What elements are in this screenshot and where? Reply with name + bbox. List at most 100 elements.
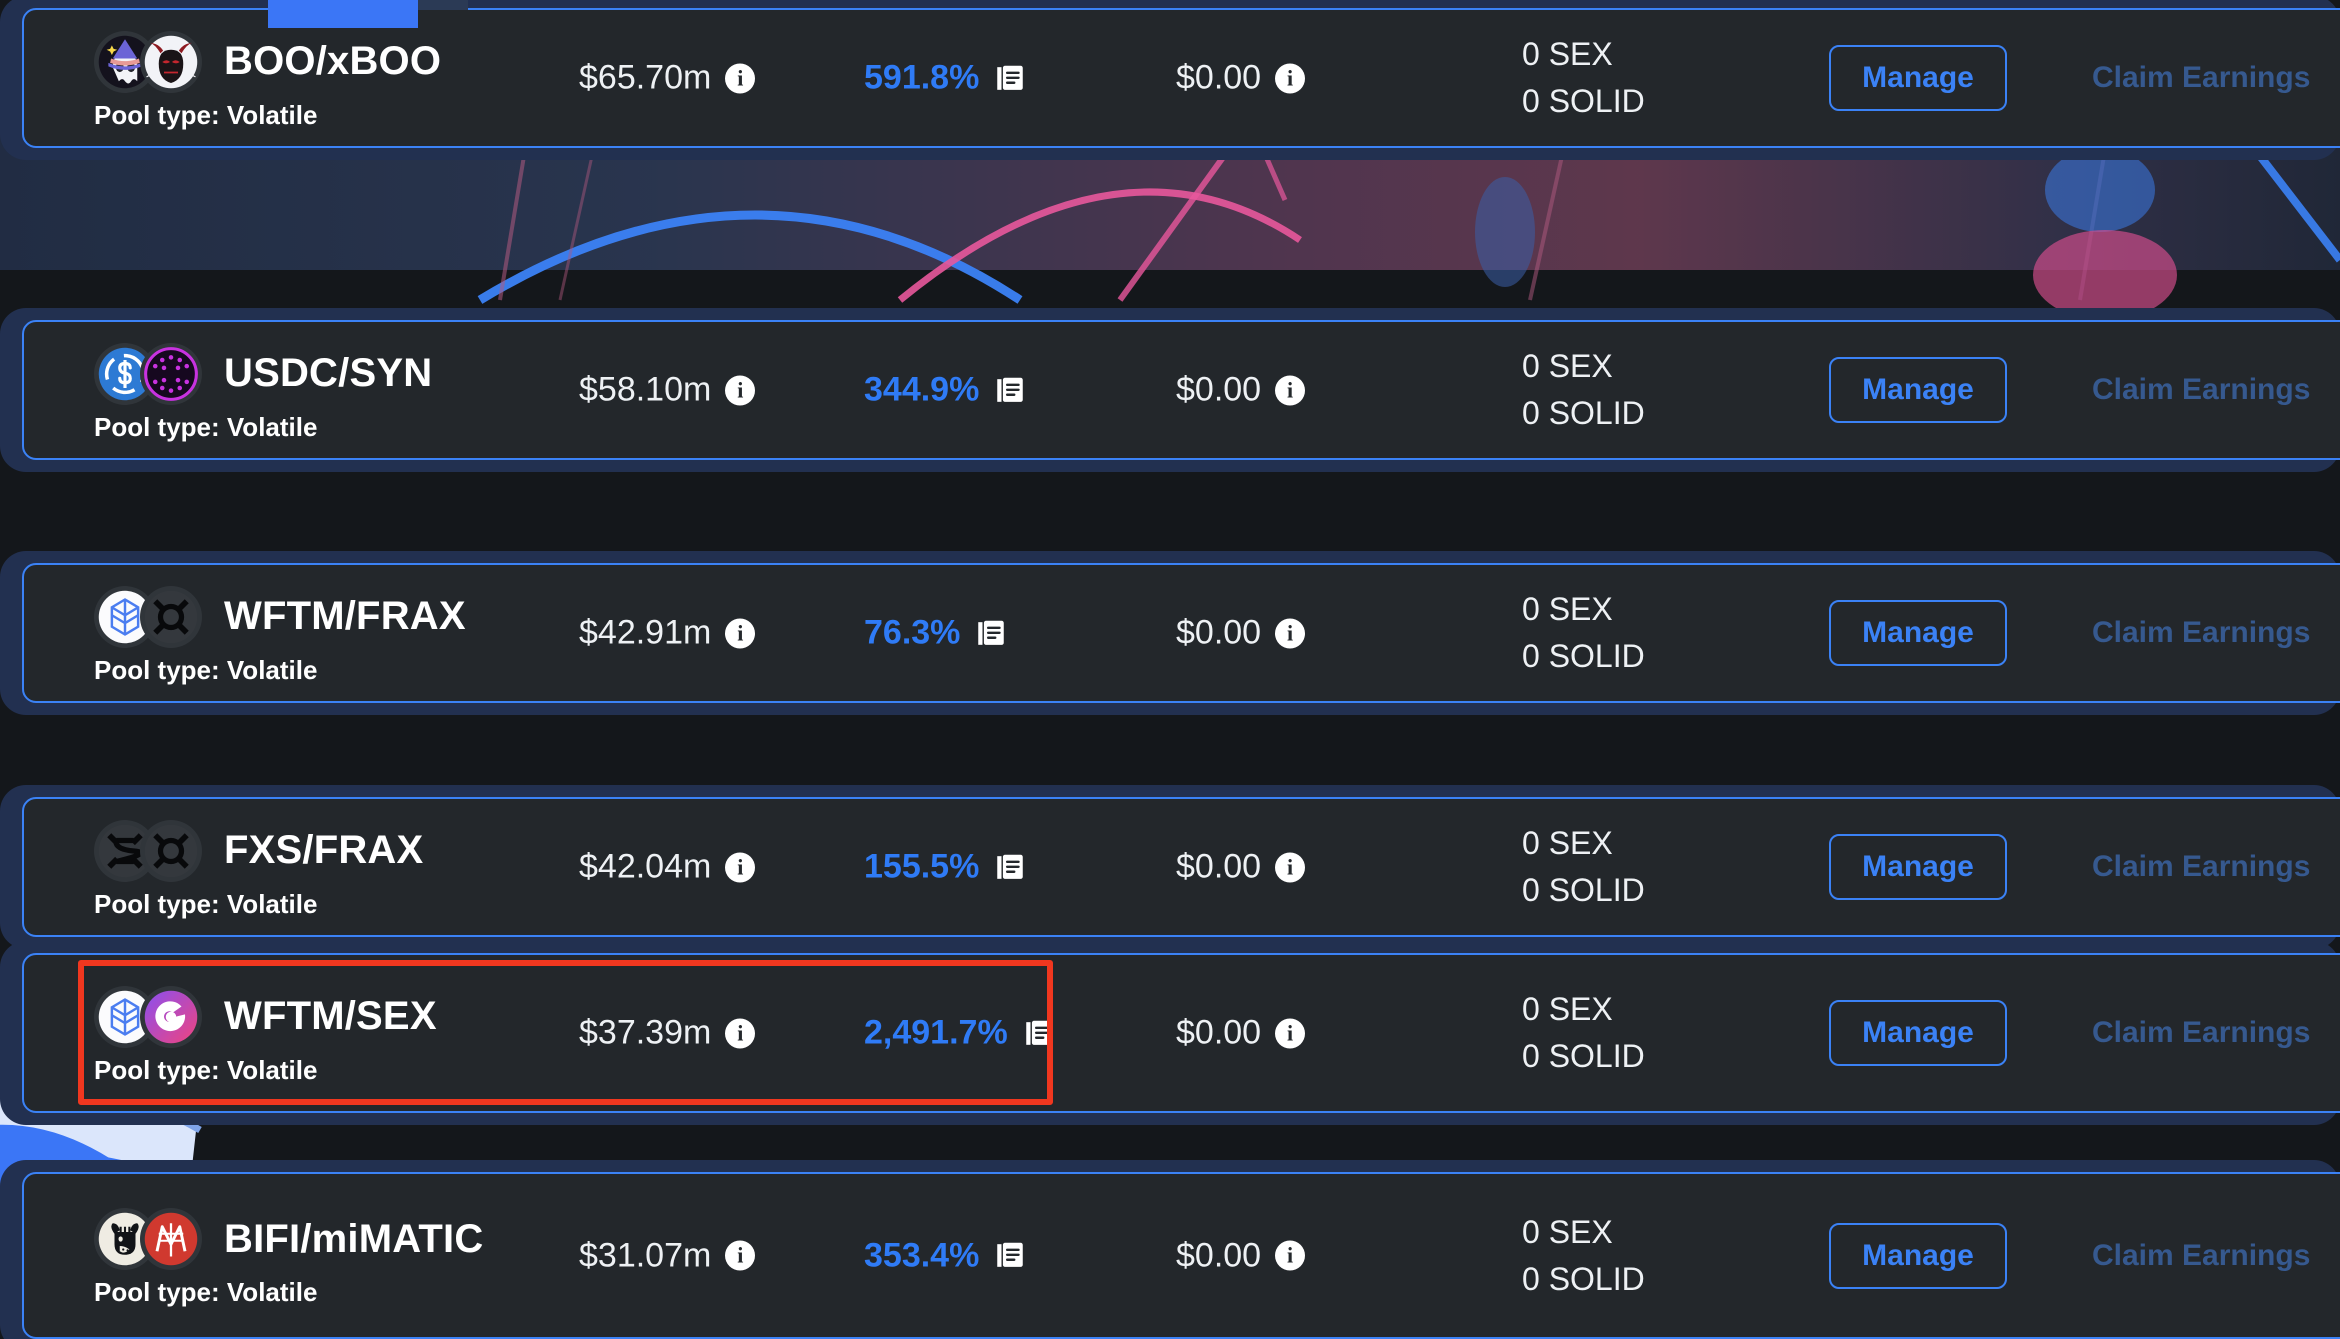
- claim-earnings-link[interactable]: Claim Earnings: [2092, 61, 2310, 95]
- reward-sex-amount: 0 SEX: [1522, 825, 1613, 861]
- reward-solid-amount: 0 SOLID: [1522, 872, 1645, 908]
- balance-info-icon[interactable]: i: [1275, 375, 1306, 405]
- pool-card-body[interactable]: BOO/xBOO Pool type: Volatile $65.70m i 591.8…: [0, 0, 2340, 160]
- pool-card-body[interactable]: FXS/FRAX Pool type: Volatile $42.04m i 155.5…: [0, 785, 2340, 949]
- tvl-info-icon[interactable]: i: [725, 1018, 756, 1048]
- claim-earnings-link[interactable]: Claim Earnings: [2092, 616, 2310, 650]
- pool-apr-value: 344.9%: [864, 370, 980, 409]
- pool-pair-name: BIFI/miMATIC: [224, 1216, 484, 1261]
- mimatic-mai-icon: [140, 1208, 202, 1270]
- pool-tvl-value: $42.91m: [579, 613, 712, 652]
- pool-balance-value: $0.00: [1176, 847, 1262, 886]
- claim-earnings-link[interactable]: Claim Earnings: [2092, 850, 2310, 884]
- pool-tvl-value: $42.04m: [579, 847, 712, 886]
- pool-type-label: Pool type: Volatile: [94, 888, 318, 919]
- frax-circle-x-icon: [140, 819, 202, 882]
- pool-card[interactable]: USDC/SYN Pool type: Volatile $58.10m i 344.9…: [0, 308, 2340, 472]
- pool-card[interactable]: WFTM/FRAX Pool type: Volatile $42.91m i 76.3…: [0, 551, 2340, 715]
- balance-info-icon[interactable]: i: [1275, 1240, 1306, 1271]
- pool-type-label: Pool type: Volatile: [94, 411, 318, 442]
- manage-button[interactable]: Manage: [1829, 45, 2007, 111]
- pool-apr-value: 2,491.7%: [864, 1013, 1008, 1052]
- pool-tvl-cell: $42.04m i: [579, 847, 756, 887]
- claim-earnings-link[interactable]: Claim Earnings: [2092, 1239, 2310, 1273]
- pool-pair-cell: WFTM/FRAX Pool type: Volatile: [94, 565, 466, 701]
- token-pair-icons: [94, 819, 202, 882]
- tvl-info-icon[interactable]: i: [725, 375, 756, 405]
- pool-card-body[interactable]: BIFI/miMATIC Pool type: Volatile $31.07m i 3…: [0, 1160, 2340, 1339]
- pool-tvl-value: $65.70m: [579, 58, 712, 97]
- manage-button[interactable]: Manage: [1829, 834, 2007, 900]
- tvl-info-icon[interactable]: i: [725, 852, 756, 882]
- reward-solid-amount: 0 SOLID: [1522, 1260, 1645, 1297]
- pool-apr-cell: 2,491.7%: [864, 1014, 1056, 1053]
- token-pair-icons: [94, 985, 202, 1048]
- pool-card-body[interactable]: WFTM/SEX Pool type: Volatile $37.39m i 2,491…: [0, 941, 2340, 1125]
- pool-tvl-cell: $42.91m i: [579, 613, 756, 653]
- pool-balance-cell: $0.00 i: [1176, 613, 1306, 653]
- pool-balance-value: $0.00: [1176, 58, 1262, 97]
- pool-apr-value: 353.4%: [864, 1236, 980, 1274]
- reward-sex-amount: 0 SEX: [1522, 991, 1613, 1027]
- token-pair-icons: [94, 30, 202, 93]
- balance-info-icon[interactable]: i: [1275, 1018, 1306, 1048]
- tvl-info-icon[interactable]: i: [725, 618, 756, 648]
- pool-apr-cell: 76.3%: [864, 614, 1008, 653]
- pool-pair-name: BOO/xBOO: [224, 39, 442, 83]
- apr-breakdown-copy-icon[interactable]: [993, 373, 1027, 407]
- apr-breakdown-copy-icon[interactable]: [993, 61, 1027, 95]
- reward-solid-amount: 0 SOLID: [1522, 1038, 1645, 1074]
- reward-sex-amount: 0 SEX: [1522, 36, 1613, 72]
- pool-card-body[interactable]: USDC/SYN Pool type: Volatile $58.10m i 344.9…: [0, 308, 2340, 472]
- pool-rewards-cell: 0 SEX 0 SOLID: [1522, 991, 1645, 1075]
- manage-button[interactable]: Manage: [1829, 357, 2007, 423]
- pool-card[interactable]: WFTM/SEX Pool type: Volatile $37.39m i 2,491…: [0, 941, 2340, 1125]
- tvl-info-icon[interactable]: i: [725, 63, 756, 93]
- manage-button[interactable]: Manage: [1829, 1222, 2007, 1289]
- pool-pair-cell: USDC/SYN Pool type: Volatile: [94, 322, 432, 458]
- pool-rewards-cell: 0 SEX 0 SOLID: [1522, 591, 1645, 675]
- pool-tvl-cell: $37.39m i: [579, 1013, 756, 1053]
- pool-card[interactable]: BOO/xBOO Pool type: Volatile $65.70m i 591.8…: [0, 0, 2340, 160]
- active-tab-indicator[interactable]: [268, 0, 418, 28]
- apr-breakdown-copy-icon[interactable]: [1022, 1016, 1056, 1050]
- manage-button[interactable]: Manage: [1829, 1000, 2007, 1066]
- manage-button[interactable]: Manage: [1829, 600, 2007, 666]
- pool-apr-cell: 344.9%: [864, 371, 1027, 410]
- pool-tvl-value: $37.39m: [579, 1013, 712, 1052]
- pool-balance-cell: $0.00 i: [1176, 847, 1306, 887]
- pool-pair-cell: WFTM/SEX Pool type: Volatile: [94, 955, 437, 1111]
- pool-apr-cell: 155.5%: [864, 848, 1027, 887]
- pool-card[interactable]: FXS/FRAX Pool type: Volatile $42.04m i 155.5…: [0, 785, 2340, 949]
- reward-solid-amount: 0 SOLID: [1522, 83, 1645, 119]
- claim-earnings-link[interactable]: Claim Earnings: [2092, 1016, 2310, 1050]
- pool-card[interactable]: BIFI/miMATIC Pool type: Volatile $31.07m i 3…: [0, 1160, 2340, 1339]
- pool-balance-cell: $0.00 i: [1176, 1014, 1306, 1053]
- pool-rewards-cell: 0 SEX 0 SOLID: [1522, 348, 1645, 432]
- balance-info-icon[interactable]: i: [1275, 63, 1306, 93]
- pool-pair-cell: FXS/FRAX Pool type: Volatile: [94, 799, 423, 935]
- reward-sex-amount: 0 SEX: [1522, 1213, 1613, 1250]
- pool-balance-value: $0.00: [1176, 1236, 1262, 1274]
- pool-rewards-cell: 0 SEX 0 SOLID: [1522, 36, 1645, 120]
- pool-tvl-value: $31.07m: [579, 1236, 712, 1274]
- apr-breakdown-copy-icon[interactable]: [974, 616, 1008, 650]
- reward-sex-amount: 0 SEX: [1522, 348, 1613, 384]
- pool-balance-value: $0.00: [1176, 613, 1262, 652]
- reward-solid-amount: 0 SOLID: [1522, 638, 1645, 674]
- balance-info-icon[interactable]: i: [1275, 852, 1306, 882]
- pool-rewards-cell: 0 SEX 0 SOLID: [1522, 825, 1645, 909]
- pool-card-body[interactable]: WFTM/FRAX Pool type: Volatile $42.91m i 76.3…: [0, 551, 2340, 715]
- frax-circle-x-icon: [140, 585, 202, 648]
- balance-info-icon[interactable]: i: [1275, 618, 1306, 648]
- pool-balance-cell: $0.00 i: [1176, 371, 1306, 410]
- claim-earnings-link[interactable]: Claim Earnings: [2092, 373, 2310, 407]
- apr-breakdown-copy-icon[interactable]: [993, 1239, 1027, 1273]
- pool-tvl-cell: $65.70m i: [579, 58, 756, 98]
- pool-balance-cell: $0.00 i: [1176, 58, 1306, 98]
- pool-pair-name: FXS/FRAX: [224, 828, 424, 872]
- pool-apr-value: 591.8%: [864, 58, 980, 97]
- tvl-info-icon[interactable]: i: [725, 1240, 756, 1271]
- apr-breakdown-copy-icon[interactable]: [993, 850, 1027, 884]
- pool-apr-cell: 591.8%: [864, 59, 1027, 98]
